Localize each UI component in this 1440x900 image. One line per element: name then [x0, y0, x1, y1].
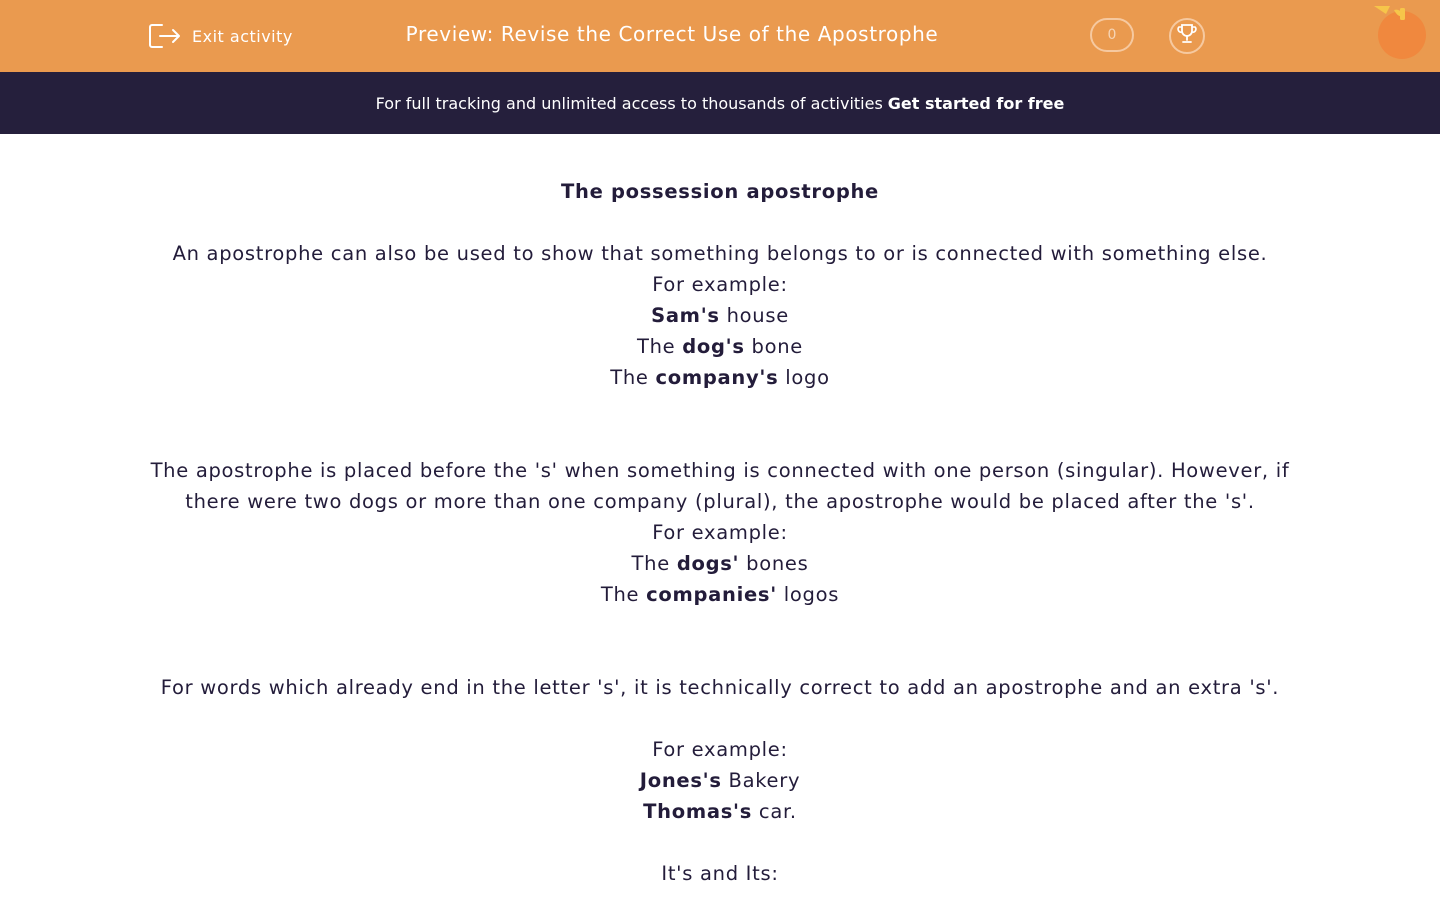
lesson-content: The possession apostrophe An apostrophe … — [140, 176, 1300, 889]
example-line: The companies' logos — [600, 583, 840, 606]
top-bar: Exit activity Preview: Revise the Correc… — [0, 0, 1440, 72]
for-example-label: For example: — [652, 738, 788, 761]
page-title: Preview: Revise the Correct Use of the A… — [405, 22, 939, 46]
section-heading: The possession apostrophe — [561, 180, 879, 203]
trophy-icon — [1175, 22, 1199, 50]
score-badge: 0 — [1090, 18, 1134, 52]
trophy-button[interactable] — [1169, 18, 1205, 54]
for-example-label: For example: — [652, 521, 788, 544]
example-line: The dogs' bones — [631, 552, 809, 575]
subheading: It's and Its: — [661, 862, 779, 885]
example-line: Jones's Bakery — [639, 769, 801, 792]
intro-paragraph: An apostrophe can also be used to show t… — [172, 242, 1268, 265]
orange-logo-icon — [1372, 4, 1432, 66]
plural-paragraph: The apostrophe is placed before the 's' … — [150, 459, 1290, 513]
for-example-label: For example: — [652, 273, 788, 296]
example-line: The company's logo — [610, 366, 830, 389]
signup-banner: For full tracking and unlimited access t… — [0, 72, 1440, 134]
banner-text: For full tracking and unlimited access t… — [375, 93, 883, 113]
exit-icon — [148, 21, 182, 51]
example-line: Thomas's car. — [643, 800, 797, 823]
ending-s-paragraph: For words which already end in the lette… — [160, 676, 1280, 699]
example-line: Sam's house — [651, 304, 789, 327]
example-line: The dog's bone — [636, 335, 804, 358]
exit-activity-label: Exit activity — [192, 26, 293, 46]
get-started-link[interactable]: Get started for free — [888, 94, 1065, 113]
exit-activity-button[interactable]: Exit activity — [148, 20, 293, 52]
